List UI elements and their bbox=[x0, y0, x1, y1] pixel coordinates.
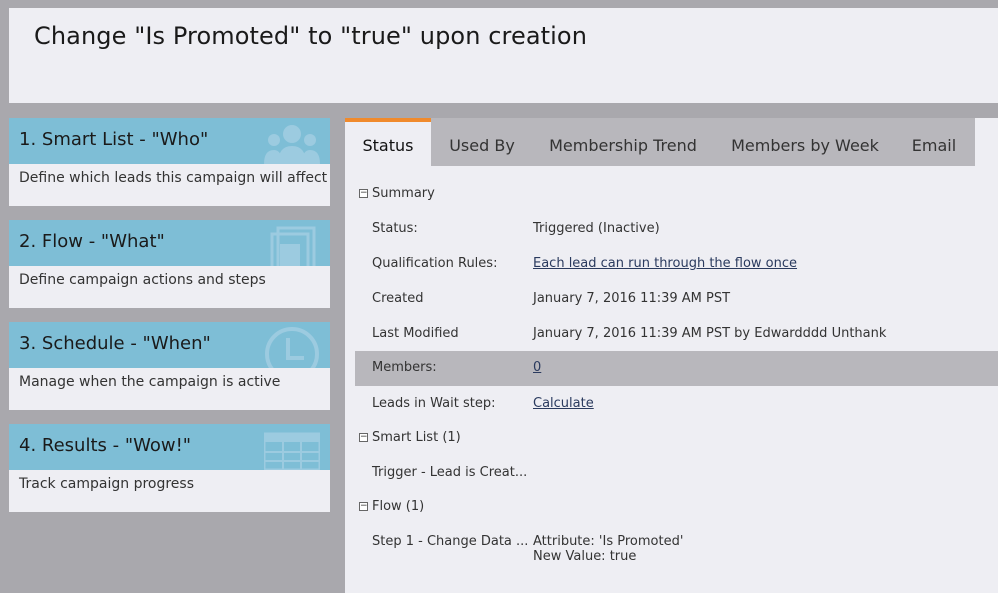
card-schedule[interactable]: 3. Schedule - "When" Manage when the cam… bbox=[9, 322, 330, 410]
card-title[interactable]: 3. Schedule - "When" bbox=[19, 333, 211, 354]
field-label: Leads in Wait step: bbox=[372, 396, 496, 411]
card-description: Define campaign actions and steps bbox=[19, 272, 266, 288]
created-row: Created January 7, 2016 11:39 AM PST bbox=[355, 282, 998, 317]
tab-status[interactable]: Status bbox=[345, 118, 431, 166]
collapse-toggle-icon[interactable]: − bbox=[359, 433, 368, 442]
card-results[interactable]: 4. Results - "Wow!" Track campaign progr… bbox=[9, 424, 330, 512]
collapse-toggle-icon[interactable]: − bbox=[359, 502, 368, 511]
card-title[interactable]: 2. Flow - "What" bbox=[19, 231, 165, 252]
field-label: Status: bbox=[372, 221, 418, 236]
field-label: Last Modified bbox=[372, 326, 459, 341]
wait-step-row: Leads in Wait step: Calculate bbox=[355, 387, 998, 422]
card-title[interactable]: 4. Results - "Wow!" bbox=[19, 435, 191, 456]
card-description: Define which leads this campaign will af… bbox=[19, 170, 328, 186]
members-count-link[interactable]: 0 bbox=[533, 360, 541, 375]
card-flow[interactable]: 2. Flow - "What" Define campaign actions… bbox=[9, 220, 330, 308]
campaign-header: Change "Is Promoted" to "true" upon crea… bbox=[9, 8, 998, 103]
flow-section-header[interactable]: − Flow (1) bbox=[355, 490, 998, 525]
card-header[interactable]: 4. Results - "Wow!" bbox=[9, 424, 330, 470]
tab-membership-trend[interactable]: Membership Trend bbox=[537, 118, 709, 166]
tab-members-by-week[interactable]: Members by Week bbox=[723, 118, 887, 166]
tab-email[interactable]: Email bbox=[901, 118, 967, 166]
card-header[interactable]: 2. Flow - "What" bbox=[9, 220, 330, 266]
field-label: Members: bbox=[372, 360, 437, 375]
field-label: Created bbox=[372, 291, 424, 306]
card-title[interactable]: 1. Smart List - "Who" bbox=[19, 129, 208, 150]
section-label: Smart List (1) bbox=[372, 430, 461, 445]
card-description: Track campaign progress bbox=[19, 476, 194, 492]
campaign-detail-panel: Status Used By Membership Trend Members … bbox=[345, 118, 998, 593]
trigger-row: Trigger - Lead is Creat... bbox=[355, 456, 998, 491]
last-modified-value: January 7, 2016 11:39 AM PST by Edwarddd… bbox=[533, 326, 887, 341]
smart-list-section-header[interactable]: − Smart List (1) bbox=[355, 421, 998, 456]
clock-icon bbox=[265, 327, 319, 368]
flow-step-row: Step 1 - Change Data ... Attribute: 'Is … bbox=[355, 525, 998, 569]
section-label: Summary bbox=[372, 186, 435, 201]
qualification-row: Qualification Rules: Each lead can run t… bbox=[355, 247, 998, 282]
stacked-pages-icon bbox=[270, 226, 316, 266]
card-description: Manage when the campaign is active bbox=[19, 374, 281, 390]
new-value: New Value: true bbox=[533, 549, 637, 564]
card-header[interactable]: 1. Smart List - "Who" bbox=[9, 118, 330, 164]
section-label: Flow (1) bbox=[372, 499, 425, 514]
status-row: Status: Triggered (Inactive) bbox=[355, 212, 998, 247]
attribute-value: Attribute: 'Is Promoted' bbox=[533, 534, 684, 549]
card-smart-list[interactable]: 1. Smart List - "Who" Define which leads… bbox=[9, 118, 330, 206]
members-row: Members: 0 bbox=[355, 351, 998, 386]
field-label: Qualification Rules: bbox=[372, 256, 498, 271]
page-title: Change "Is Promoted" to "true" upon crea… bbox=[34, 22, 588, 50]
people-icon bbox=[264, 125, 320, 164]
tab-used-by[interactable]: Used By bbox=[439, 118, 525, 166]
trigger-label: Trigger - Lead is Creat... bbox=[372, 465, 528, 480]
step-label: Step 1 - Change Data ... bbox=[372, 534, 529, 549]
created-value: January 7, 2016 11:39 AM PST bbox=[533, 291, 731, 306]
collapse-toggle-icon[interactable]: − bbox=[359, 189, 368, 198]
table-grid-icon bbox=[264, 432, 320, 470]
calculate-link[interactable]: Calculate bbox=[533, 396, 594, 411]
card-header[interactable]: 3. Schedule - "When" bbox=[9, 322, 330, 368]
qualification-rules-link[interactable]: Each lead can run through the flow once bbox=[533, 256, 797, 271]
last-modified-row: Last Modified January 7, 2016 11:39 AM P… bbox=[355, 317, 998, 352]
summary-section-header[interactable]: − Summary bbox=[355, 177, 998, 212]
status-value: Triggered (Inactive) bbox=[533, 221, 660, 236]
tab-bar: Status Used By Membership Trend Members … bbox=[345, 118, 975, 166]
